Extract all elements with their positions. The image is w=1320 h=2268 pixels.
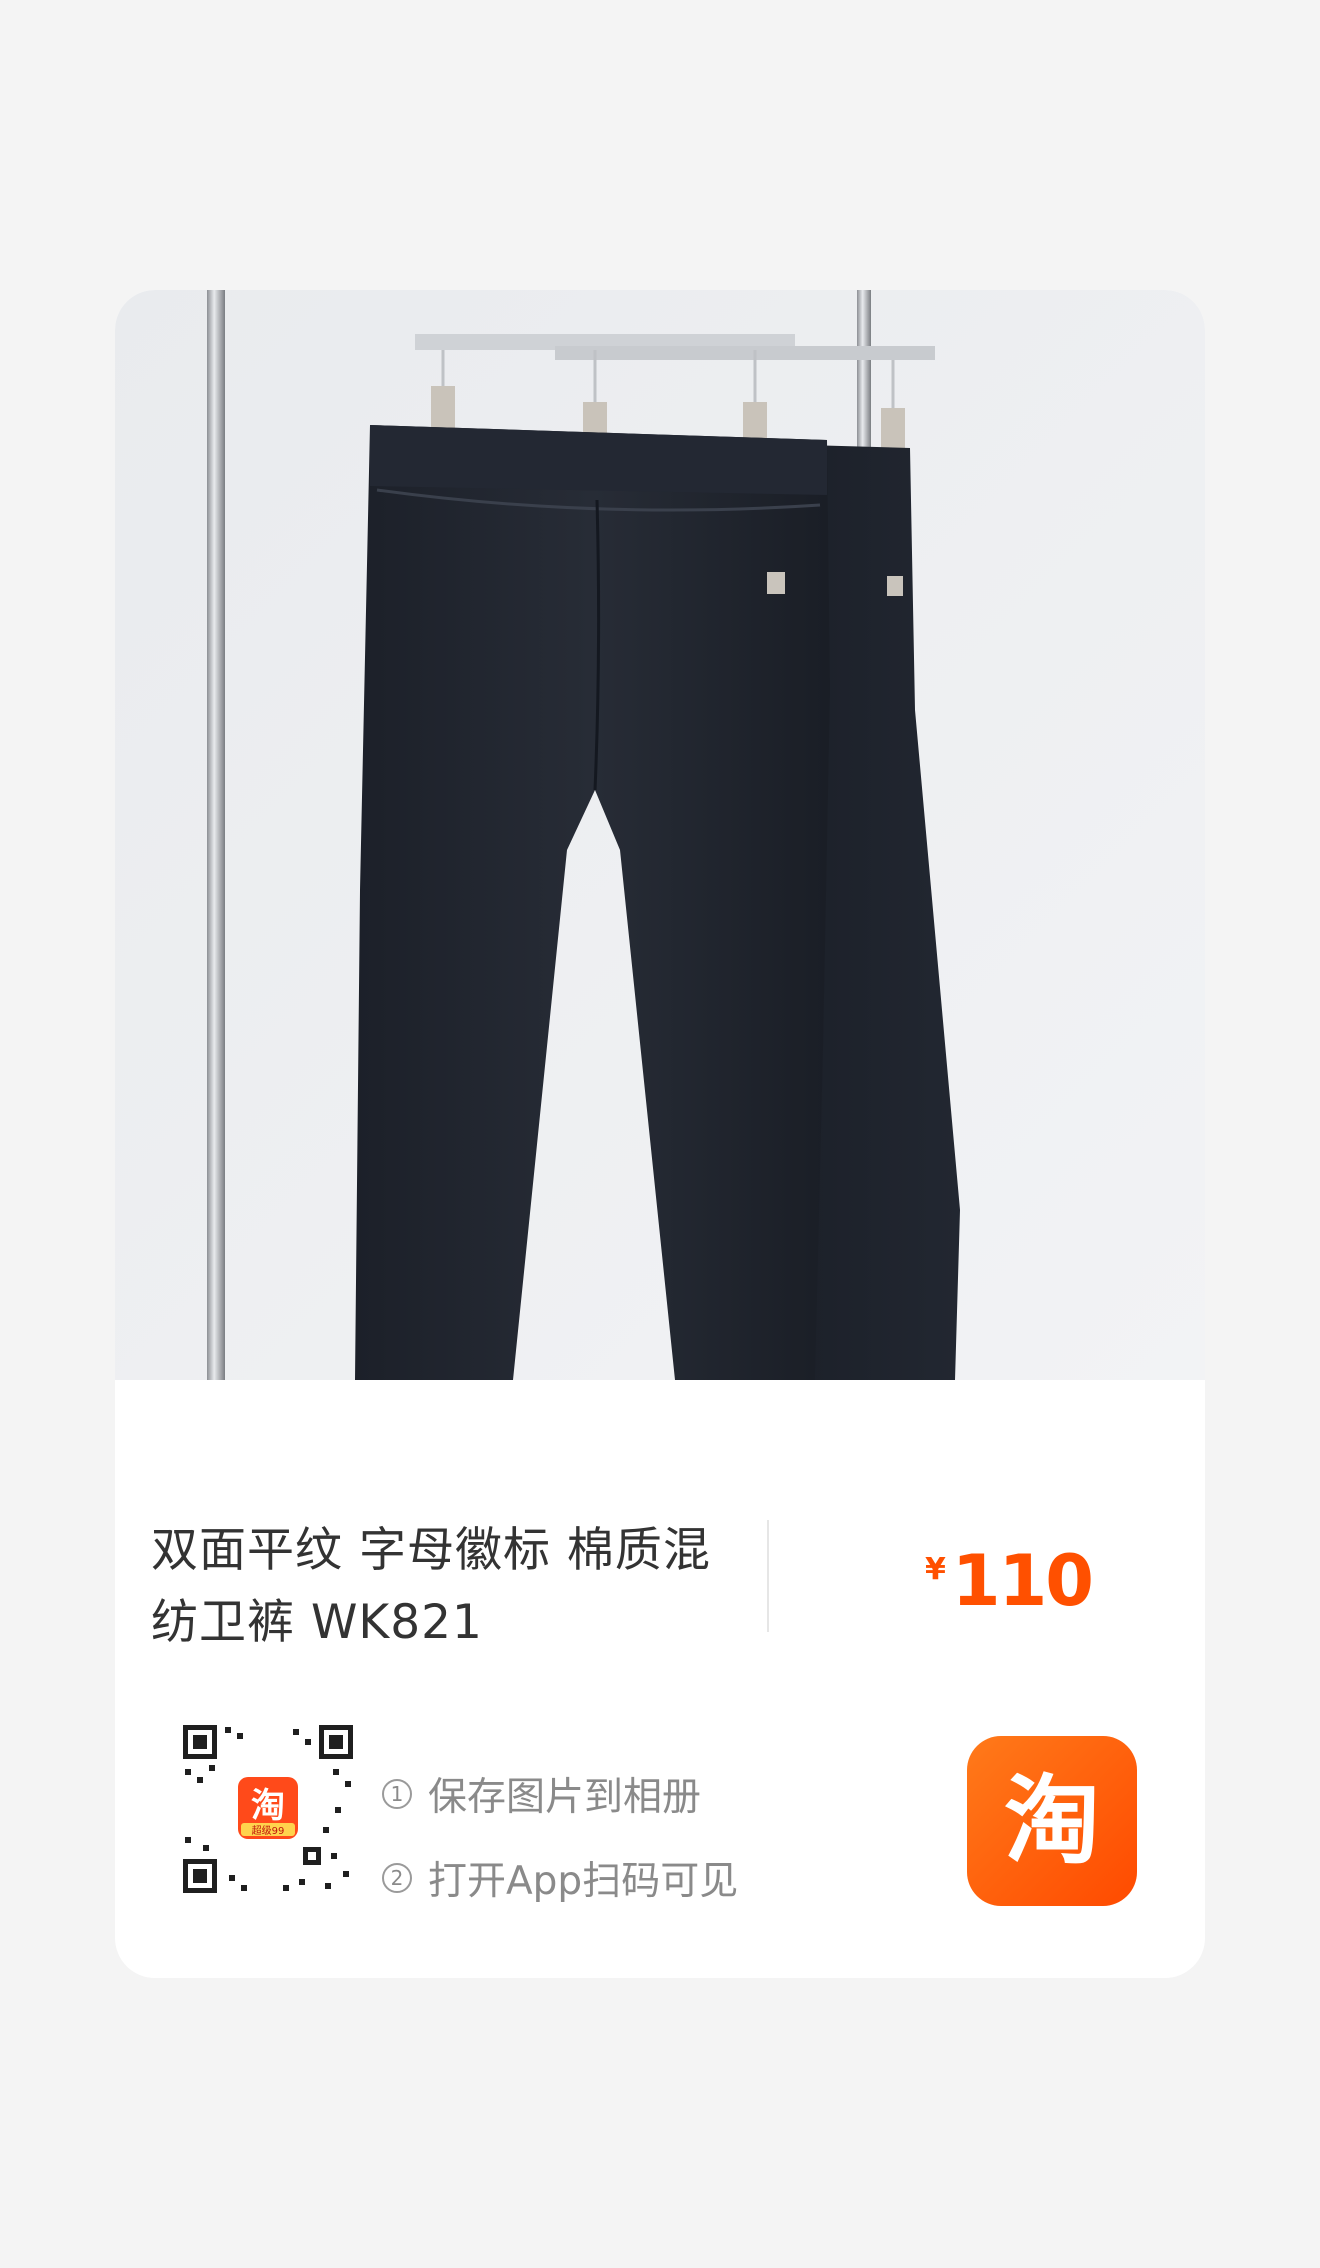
step-number-1: 1 [382, 1779, 412, 1809]
step-number-2: 2 [382, 1863, 412, 1893]
share-card: 双面平纹 字母徽标 棉质混纺卫裤 WK821 ¥110 淘 超级99 1 保存图… [115, 290, 1205, 1978]
taobao-logo-text: 淘 [1004, 1765, 1100, 1877]
qr-center-logo-text: 淘 [251, 1786, 285, 1826]
price-value: 110 [951, 1540, 1094, 1622]
qr-code-icon[interactable]: 淘 超级99 [183, 1725, 353, 1893]
taobao-logo-icon[interactable]: 淘 [967, 1736, 1137, 1906]
qr-center-badge-text: 超级99 [252, 1824, 285, 1837]
step-1-text: 保存图片到相册 [428, 1775, 702, 1820]
step-save-image: 1 保存图片到相册 [382, 1766, 701, 1822]
product-photo[interactable] [115, 290, 1205, 1380]
step-open-app-scan: 2 打开App扫码可见 [382, 1850, 738, 1906]
product-price: ¥110 [925, 1540, 1094, 1622]
product-title[interactable]: 双面平纹 字母徽标 棉质混纺卫裤 WK821 [151, 1515, 751, 1659]
product-info: 双面平纹 字母徽标 棉质混纺卫裤 WK821 ¥110 淘 超级99 1 保存图… [115, 1380, 1205, 1978]
divider [767, 1520, 769, 1632]
price-currency: ¥ [925, 1552, 946, 1587]
product-photo-image [115, 290, 1205, 1380]
step-2-text: 打开App扫码可见 [428, 1859, 739, 1904]
